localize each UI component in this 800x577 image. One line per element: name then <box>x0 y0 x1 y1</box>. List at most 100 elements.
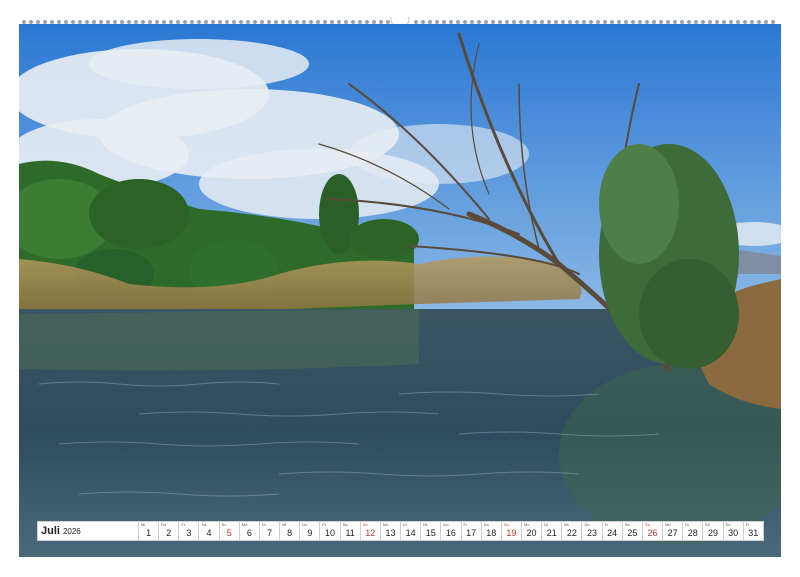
day-number: 1 <box>146 528 152 538</box>
weekday-abbrev: Mo <box>241 522 248 527</box>
day-number: 28 <box>687 528 698 538</box>
day-number: 21 <box>546 528 557 538</box>
day-number: 11 <box>345 528 355 538</box>
calendar-day: Fr 31 <box>743 522 763 540</box>
calendar-day: Mi 1 <box>139 522 159 540</box>
calendar-day: Mo 27 <box>663 522 683 540</box>
calendar-day: Sa 18 <box>481 522 501 540</box>
weekday-abbrev: Mo <box>382 522 389 527</box>
weekday-abbrev: Do <box>443 522 449 527</box>
calendar-day: Do 9 <box>300 522 320 540</box>
day-number: 24 <box>607 528 618 538</box>
calendar-day: Di 14 <box>401 522 421 540</box>
day-number: 17 <box>466 528 477 538</box>
calendar-day: So 5 <box>219 522 239 540</box>
calendar-day: Do 30 <box>723 522 743 540</box>
month-name: Juli <box>41 525 60 537</box>
weekday-abbrev: Do <box>302 522 308 527</box>
day-number: 6 <box>246 528 252 538</box>
calendar-day: Do 2 <box>159 522 179 540</box>
weekday-abbrev: Sa <box>624 522 630 527</box>
day-number: 14 <box>405 528 416 538</box>
day-number: 2 <box>166 528 172 538</box>
day-number: 7 <box>267 528 273 538</box>
calendar-page: Juli 2026 Mi 1 Do 2 Fr 3 Sa 4 So 5 Mo 6 Di 7 Mi 8 Do 9 Fr 1… <box>0 0 800 577</box>
weekday-abbrev: So <box>221 522 227 527</box>
day-number: 3 <box>186 528 192 538</box>
day-number: 27 <box>667 528 678 538</box>
weekday-abbrev: Fr <box>322 522 327 527</box>
calendar-day: Mo 20 <box>521 522 542 540</box>
calendar-day: Di 7 <box>259 522 280 540</box>
day-number: 12 <box>365 528 376 538</box>
day-number: 30 <box>728 528 739 538</box>
bank-reflection <box>19 309 419 371</box>
weekday-abbrev: So <box>644 522 650 527</box>
weekday-abbrev: Fr <box>745 522 750 527</box>
calendar-day: So 19 <box>501 522 521 540</box>
day-number: 25 <box>627 528 638 538</box>
day-number: 5 <box>226 528 232 538</box>
weekday-abbrev: Fr <box>604 522 609 527</box>
weekday-abbrev: Mo <box>665 522 671 527</box>
day-number: 15 <box>425 528 436 538</box>
day-number: 16 <box>445 528 456 538</box>
calendar-day: Mo 6 <box>239 522 259 540</box>
calendar-day: Sa 25 <box>622 522 642 540</box>
weekday-abbrev: Mi <box>141 522 146 527</box>
day-number: 26 <box>647 528 658 538</box>
weekday-abbrev: Do <box>725 522 731 527</box>
calendar-day: Mi 22 <box>562 522 582 540</box>
weekday-abbrev: Di <box>403 522 407 527</box>
year-label: 2026 <box>62 526 81 536</box>
day-number: 8 <box>287 528 293 538</box>
weekday-abbrev: Mo <box>523 522 530 527</box>
weekday-abbrev: Fr <box>181 522 186 527</box>
weekday-abbrev: Mi <box>564 522 569 527</box>
calendar-day: Do 23 <box>582 522 602 540</box>
day-number: 29 <box>707 528 718 538</box>
calendar-day: Do 16 <box>441 522 461 540</box>
day-number: 22 <box>566 528 577 538</box>
calendar-day: Fr 24 <box>602 522 622 540</box>
calendar-day: Fr 3 <box>179 522 199 540</box>
day-number: 10 <box>324 528 335 538</box>
weekday-abbrev: Di <box>261 522 266 527</box>
calendar-day: Sa 11 <box>340 522 360 540</box>
weekday-abbrev: Di <box>685 522 689 527</box>
weekday-abbrev: Sa <box>201 522 207 527</box>
day-number: 4 <box>206 528 212 538</box>
weekday-abbrev: So <box>503 522 509 527</box>
day-number: 20 <box>526 528 537 538</box>
day-number: 31 <box>748 528 759 538</box>
calendar-day: Di 21 <box>542 522 562 540</box>
calendar-day: Mi 29 <box>703 522 723 540</box>
weekday-abbrev: Fr <box>463 522 468 527</box>
weekday-abbrev: Sa <box>483 522 489 527</box>
calendar-day: Mo 13 <box>380 522 401 540</box>
day-number: 13 <box>385 528 396 538</box>
calendar-day: Mi 15 <box>421 522 441 540</box>
weekday-abbrev: Do <box>584 522 590 527</box>
photo-illustration <box>19 24 781 557</box>
calendar-day: Di 28 <box>683 522 703 540</box>
day-number: 23 <box>587 528 598 538</box>
day-number: 18 <box>486 528 497 538</box>
weekday-abbrev: Mi <box>282 522 287 527</box>
calendar-day: So 12 <box>360 522 380 540</box>
calendar-day: Mi 8 <box>280 522 300 540</box>
calendar-day: So 26 <box>642 522 663 540</box>
calendar-strip: Juli 2026 Mi 1 Do 2 Fr 3 Sa 4 So 5 Mo 6 Di 7 Mi 8 Do 9 Fr 1… <box>37 521 764 541</box>
day-number: 9 <box>307 528 313 538</box>
weekday-abbrev: Do <box>161 522 167 527</box>
month-label: Juli 2026 <box>38 522 138 540</box>
calendar-day: Fr 17 <box>461 522 481 540</box>
calendar-day: Fr 10 <box>320 522 340 540</box>
weekday-abbrev: Mi <box>423 522 428 527</box>
day-number: 19 <box>506 528 517 538</box>
weekday-abbrev: Mi <box>705 522 710 527</box>
weekday-abbrev: Di <box>544 522 548 527</box>
weekday-abbrev: Sa <box>342 522 348 527</box>
landscape-photo <box>19 24 781 557</box>
calendar-day: Sa 4 <box>199 522 219 540</box>
